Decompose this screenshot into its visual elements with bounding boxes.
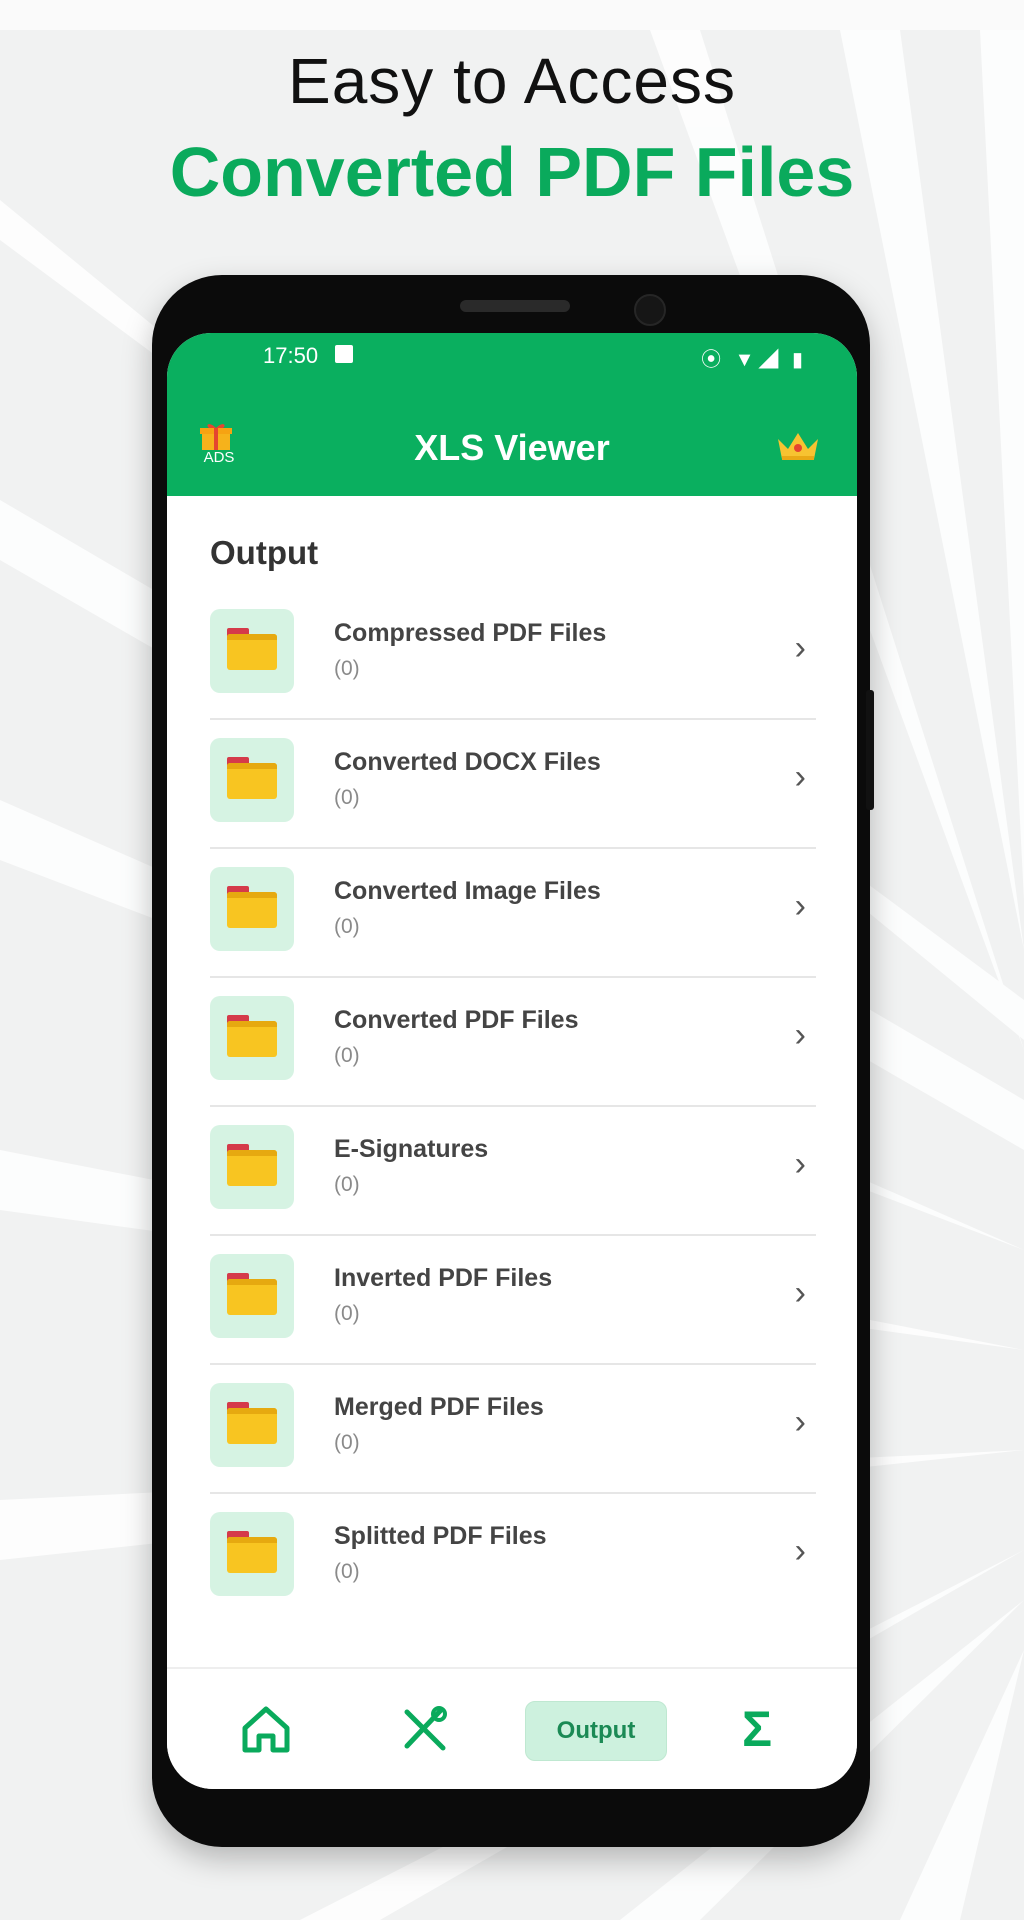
list-item[interactable]: E-Signatures (0) › — [210, 1107, 816, 1236]
list-item-title: Converted PDF Files — [334, 1006, 579, 1034]
status-icons: ⦿ ▼◢ ▮ — [701, 349, 807, 371]
phone-side-button — [866, 690, 874, 810]
list-item[interactable]: Compressed PDF Files (0) › — [210, 591, 816, 720]
tools-icon — [404, 1706, 447, 1751]
chevron-right-icon: › — [794, 887, 806, 925]
folder-tile — [210, 609, 294, 693]
folder-tile — [210, 1512, 294, 1596]
section-title: Output — [210, 534, 319, 571]
folder-tile — [210, 867, 294, 951]
bottom-navigation: Output Σ — [167, 1667, 857, 1789]
premium-crown-icon[interactable] — [775, 429, 821, 463]
chevron-right-icon: › — [794, 1532, 806, 1570]
list-item-title: Converted Image Files — [334, 877, 601, 905]
status-time: 17:50 — [263, 343, 319, 368]
list-item-count: (0) — [334, 786, 360, 809]
list-item[interactable]: Merged PDF Files (0) › — [210, 1365, 816, 1494]
chevron-right-icon: › — [794, 1145, 806, 1183]
hero-line-2: Converted PDF Files — [169, 133, 855, 211]
notification-icon — [335, 345, 353, 363]
list-item-count: (0) — [334, 1302, 360, 1325]
list-item[interactable]: Inverted PDF Files (0) › — [210, 1236, 816, 1365]
nav-output-tab[interactable]: Output — [525, 1701, 667, 1761]
output-folder-list: Compressed PDF Files (0) › Converted DOC… — [210, 591, 816, 1623]
app-bar: ADS XLS Viewer — [167, 383, 857, 496]
phone-speaker — [460, 300, 570, 312]
list-item-title: Compressed PDF Files — [334, 619, 607, 647]
list-item-count: (0) — [334, 915, 360, 938]
list-item-title: Converted DOCX Files — [334, 748, 601, 776]
hero-line-1: Easy to Access — [288, 45, 736, 117]
list-item-title: Merged PDF Files — [334, 1393, 544, 1421]
list-item[interactable]: Converted Image Files (0) › — [210, 849, 816, 978]
nav-tools-button[interactable] — [389, 1699, 459, 1759]
nav-formula-button[interactable]: Σ — [722, 1699, 792, 1759]
folder-tile — [210, 1125, 294, 1209]
sigma-icon: Σ — [741, 1701, 772, 1757]
home-icon — [242, 1706, 290, 1753]
list-item-count: (0) — [334, 1431, 360, 1454]
nav-output-label: Output — [556, 1717, 636, 1744]
list-item-count: (0) — [334, 657, 360, 680]
folder-tile — [210, 996, 294, 1080]
list-item[interactable]: Converted PDF Files (0) › — [210, 978, 816, 1107]
folder-tile — [210, 738, 294, 822]
list-item-title: Splitted PDF Files — [334, 1522, 547, 1550]
phone-camera — [634, 294, 666, 326]
chevron-right-icon: › — [794, 758, 806, 796]
chevron-right-icon: › — [794, 1274, 806, 1312]
folder-tile — [210, 1383, 294, 1467]
nav-home-button[interactable] — [231, 1699, 301, 1759]
list-item-title: Inverted PDF Files — [334, 1264, 553, 1292]
list-item[interactable]: Splitted PDF Files (0) › — [210, 1494, 816, 1623]
list-item[interactable]: Converted DOCX Files (0) › — [210, 720, 816, 849]
app-title: XLS Viewer — [414, 427, 610, 468]
output-content: Output Compressed PDF Files (0) › Conver… — [167, 496, 857, 1624]
folder-tile — [210, 1254, 294, 1338]
chevron-right-icon: › — [794, 1016, 806, 1054]
list-item-count: (0) — [334, 1560, 360, 1583]
chevron-right-icon: › — [794, 629, 806, 667]
status-bar: 17:50 ⦿ ▼◢ ▮ — [167, 333, 857, 383]
phone-screen: 17:50 ⦿ ▼◢ ▮ ADS XLS Viewer Output Compr… — [167, 333, 857, 1789]
list-item-title: E-Signatures — [334, 1135, 489, 1163]
chevron-right-icon: › — [794, 1403, 806, 1441]
list-item-count: (0) — [334, 1173, 360, 1196]
list-item-count: (0) — [334, 1044, 360, 1067]
